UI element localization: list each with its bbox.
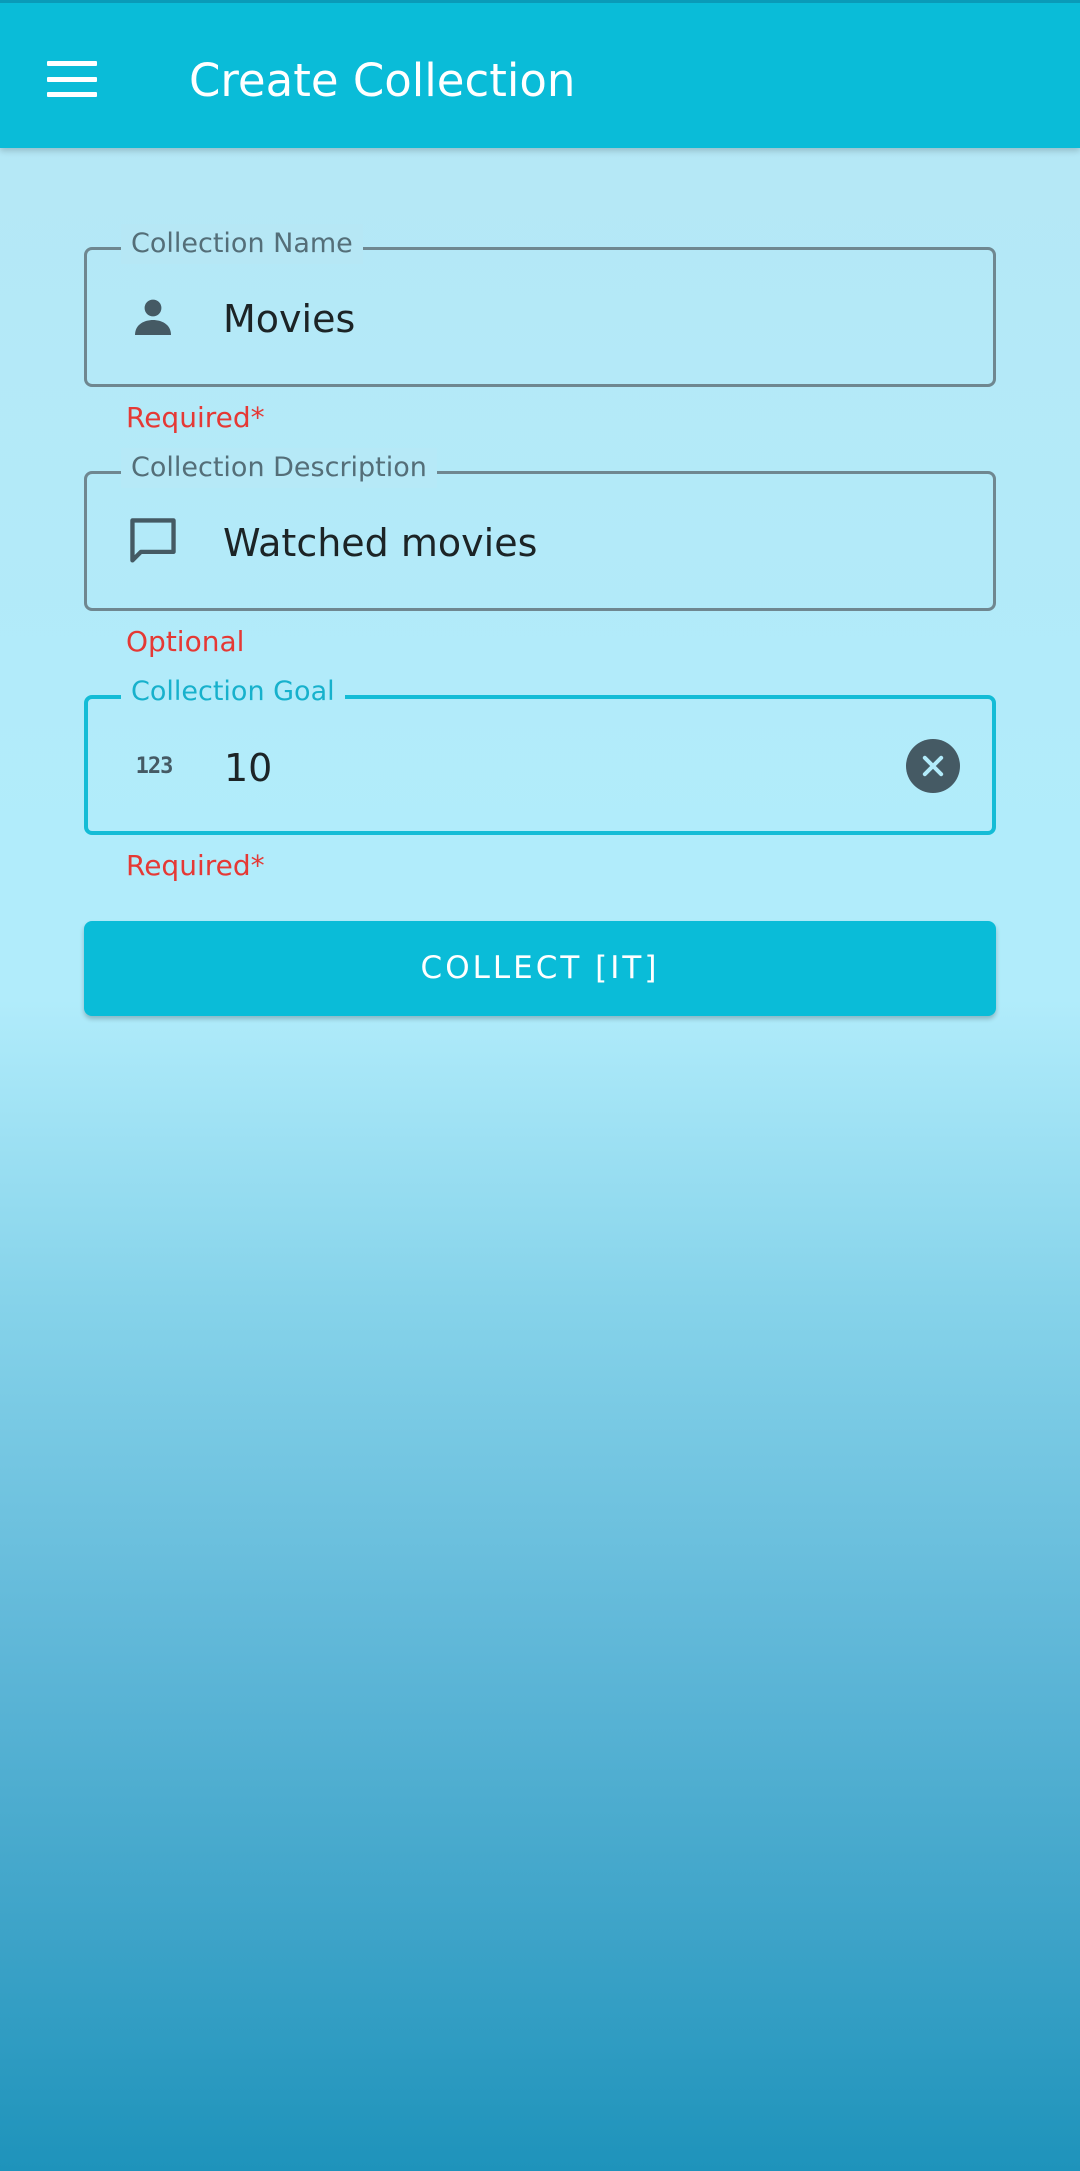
collection-goal-label: Collection Goal [121, 672, 345, 712]
collection-goal-input[interactable]: 10 [224, 739, 272, 797]
collection-description-label: Collection Description [121, 448, 437, 488]
collection-name-label: Collection Name [121, 224, 363, 264]
menu-icon [47, 61, 97, 97]
person-icon [121, 285, 185, 349]
collection-name-input[interactable]: Movies [223, 290, 355, 348]
collection-name-helper: Required* [126, 401, 265, 434]
comment-icon [121, 509, 185, 573]
page-title: Create Collection [189, 54, 576, 107]
numbers-icon: 123 [122, 734, 186, 798]
menu-button[interactable] [36, 43, 108, 115]
collection-description-helper: Optional [126, 625, 245, 658]
collection-goal-field[interactable]: Collection Goal 123 10 [84, 672, 996, 835]
collection-name-field[interactable]: Collection Name Movies [84, 224, 996, 387]
numbers-icon-text: 123 [135, 753, 174, 779]
collection-goal-helper: Required* [126, 849, 265, 882]
app-bar: Create Collection [0, 0, 1080, 148]
clear-icon[interactable] [906, 739, 960, 793]
collection-description-input[interactable]: Watched movies [223, 514, 537, 572]
collection-description-field[interactable]: Collection Description Watched movies [84, 448, 996, 611]
collect-it-button[interactable]: COLLECT [IT] [84, 921, 996, 1016]
